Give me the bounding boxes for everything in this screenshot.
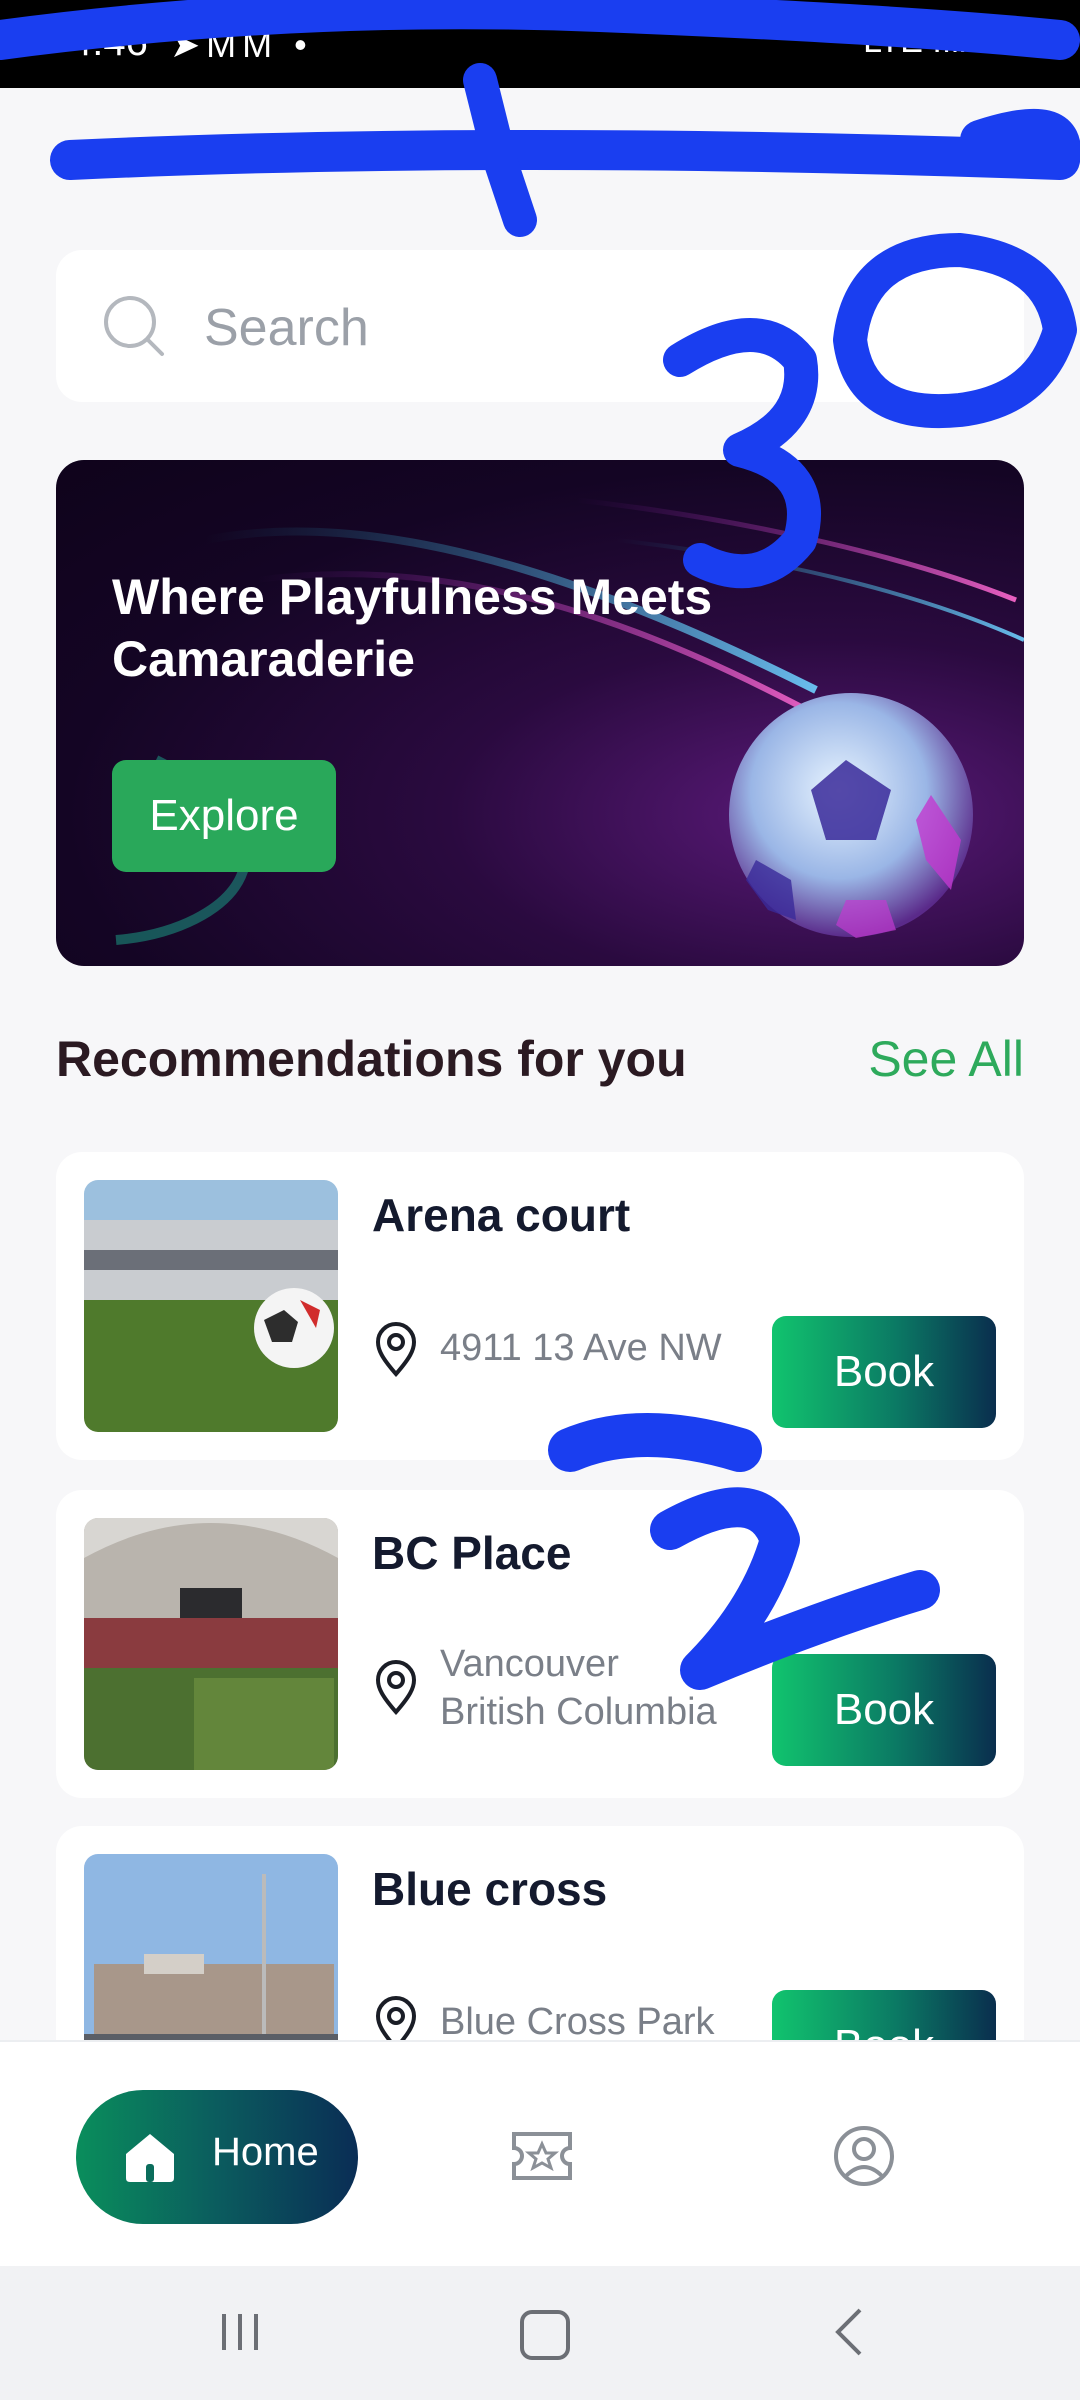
notification-icons: ➤MM •: [170, 24, 313, 65]
book-button[interactable]: Book: [772, 1654, 996, 1766]
venue-thumbnail: [84, 1180, 338, 1432]
see-all-link[interactable]: See All: [868, 1030, 1024, 1088]
venue-location: 4911 13 Ave NW: [440, 1327, 722, 1369]
bottom-nav: Home: [0, 2040, 1080, 2268]
section-title: Recommendations for you: [56, 1031, 687, 1087]
profile-icon[interactable]: [832, 2124, 896, 2188]
venue-card[interactable]: BC Place Vancouver British Columbia Book: [56, 1490, 1024, 1798]
venue-card[interactable]: Arena court 4911 13 Ave NW Book: [56, 1152, 1024, 1460]
book-button[interactable]: Book: [772, 1316, 996, 1428]
status-right-indicators: LTE .ıll 9%: [863, 22, 1025, 60]
venue-name: Arena court: [372, 1189, 631, 1241]
top-header-strip: [0, 88, 1080, 246]
venue-name: Blue cross: [372, 1863, 608, 1915]
venue-thumbnail: [84, 1518, 338, 1770]
system-nav-bar: [0, 2266, 1080, 2400]
back-icon[interactable]: [830, 2306, 870, 2358]
hero-banner[interactable]: Where Playfulness Meets Camaraderie Expl…: [56, 460, 1024, 966]
search-icon: [104, 296, 164, 356]
soccer-ball-illustration: [115, 497, 1024, 945]
status-time: 4:46: [70, 20, 148, 64]
home-icon: [126, 2134, 174, 2182]
location-pin-icon: [375, 1660, 417, 1716]
venue-location: Blue Cross Park: [440, 2001, 715, 2043]
explore-button[interactable]: Explore: [112, 760, 336, 872]
venue-name: BC Place: [372, 1527, 572, 1579]
search-input[interactable]: Search: [204, 298, 369, 358]
recents-icon[interactable]: [218, 2310, 262, 2354]
search-bar[interactable]: Search: [56, 250, 1024, 402]
location-pin-icon: [375, 1322, 417, 1378]
venue-location: Vancouver British Columbia: [440, 1643, 717, 1733]
system-home-icon[interactable]: [520, 2310, 570, 2360]
status-bar: 4:46 ➤MM • LTE .ıll 9%: [0, 0, 1080, 88]
nav-home[interactable]: Home: [76, 2090, 358, 2224]
nav-home-label: Home: [212, 2130, 319, 2174]
hero-title: Where Playfulness Meets Camaraderie: [112, 569, 713, 687]
ticket-icon[interactable]: [510, 2126, 574, 2186]
